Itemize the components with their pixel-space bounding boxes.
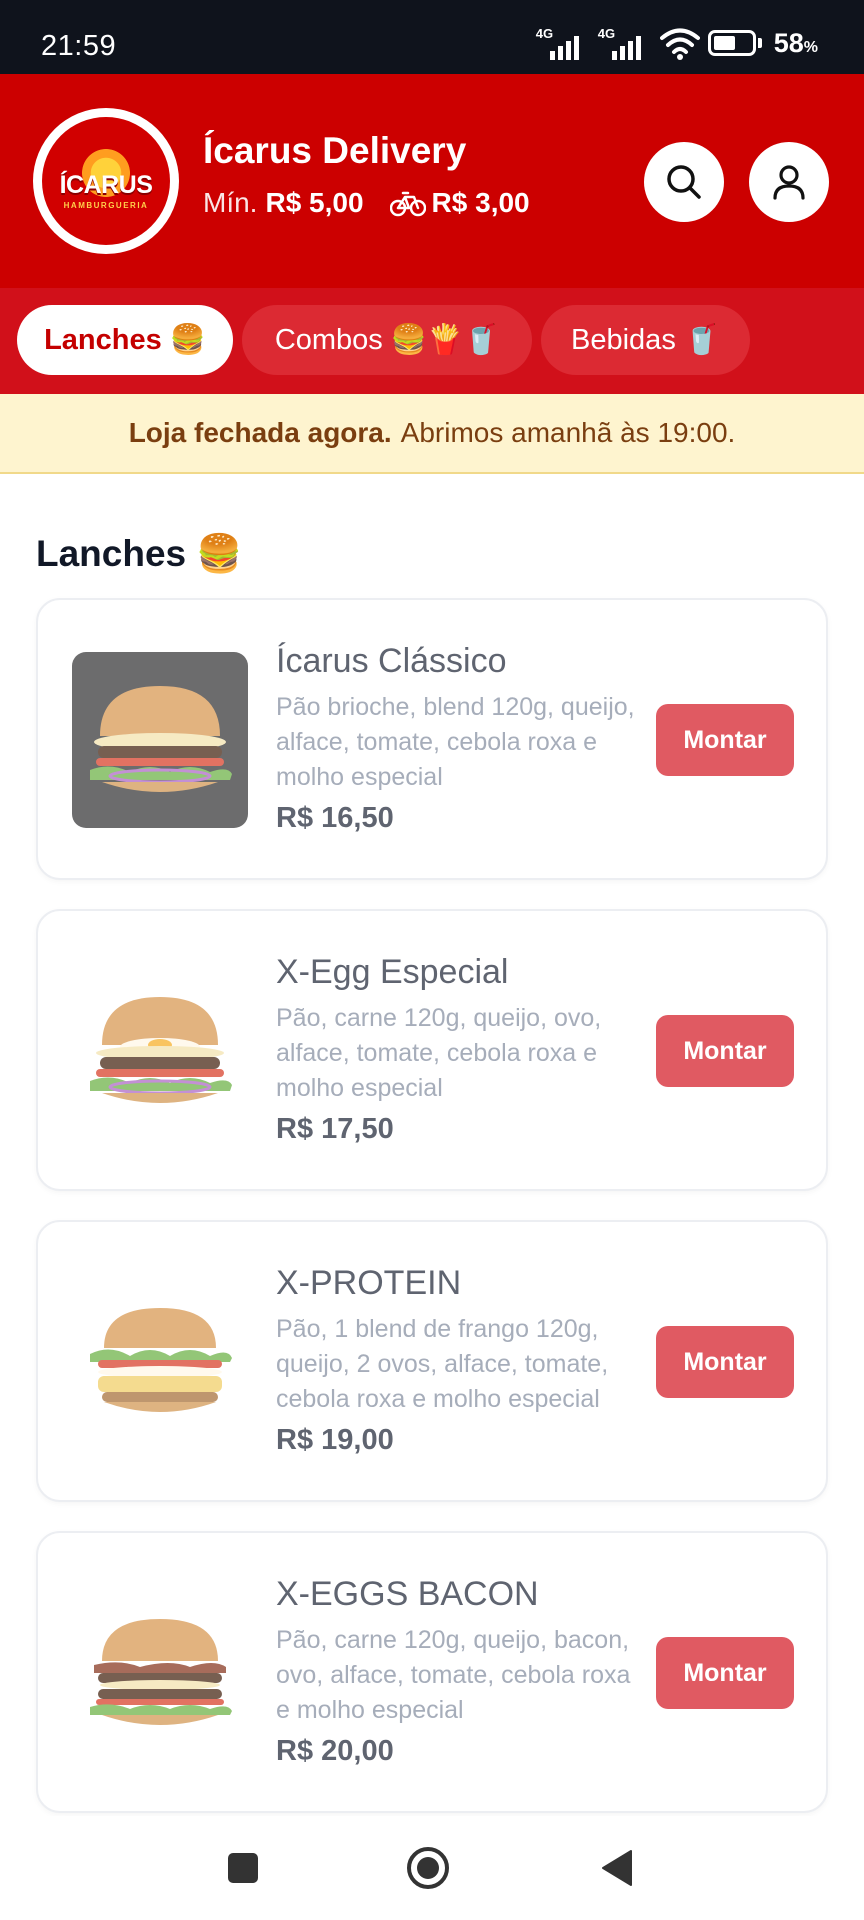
back-icon [602,1850,632,1886]
signal-icon: 4G [598,26,652,60]
logo-text: ÍCARUS [59,171,153,199]
min-order-label: Mín. [203,187,258,218]
recents-button[interactable] [221,1846,265,1890]
battery-icon [707,30,762,56]
product-description: Pão, carne 120g, queijo, bacon, ovo, alf… [276,1626,631,1724]
home-button[interactable] [406,1846,450,1890]
tab-lanches[interactable]: Lanches 🍔 [17,305,233,375]
product-name: X-Egg Especial [276,953,509,991]
signal-icon: 4G [536,26,590,60]
product-card[interactable]: X-Egg Especial Pão, carne 120g, queijo, … [36,909,828,1191]
logo-subtext: HAMBURGUERIA [63,201,149,210]
montar-button[interactable]: Montar [656,704,794,776]
battery-percent: 58% [773,27,818,58]
bicycle-icon [389,191,426,217]
montar-button[interactable]: Montar [656,1326,794,1398]
status-bar: 21:59 4G 4G 58% [0,0,864,74]
product-description: Pão, carne 120g, queijo, ovo, alface, to… [276,1004,602,1102]
product-name: X-PROTEIN [276,1264,462,1302]
system-nav-bar [0,1816,864,1920]
store-logo: ÍCARUS HAMBURGUERIA [33,108,179,254]
tab-combos[interactable]: Combos 🍔🍟🥤 [242,305,532,375]
delivery-fee: R$ 3,00 [431,187,530,218]
product-card[interactable]: Ícarus Clássico Pão brioche, blend 120g,… [36,598,828,880]
screen: 21:59 4G 4G 58% ÍCARUS HAMBURGUERIA Ícar… [0,0,864,1920]
product-card[interactable]: X-PROTEIN Pão, 1 blend de frango 120g, q… [36,1220,828,1502]
min-order-value: R$ 5,00 [265,187,364,218]
status-time: 21:59 [41,30,117,62]
product-price: R$ 19,00 [276,1424,394,1456]
store-meta: Mín. R$ 5,00 R$ 3,00 [203,187,530,219]
product-name: X-EGGS BACON [276,1575,539,1613]
product-description: Pão, 1 blend de frango 120g, queijo, 2 o… [276,1315,609,1413]
banner-message: Abrimos amanhã às 19:00. [400,417,736,448]
store-name: Ícarus Delivery [203,130,467,171]
montar-button[interactable]: Montar [656,1015,794,1087]
montar-button[interactable]: Montar [656,1637,794,1709]
product-card[interactable]: X-EGGS BACON Pão, carne 120g, queijo, ba… [36,1531,828,1813]
product-image [72,1274,248,1450]
category-tabs: Lanches 🍔 Combos 🍔🍟🥤 Bebidas 🥤 [0,288,864,394]
product-price: R$ 17,50 [276,1113,394,1145]
product-description: Pão brioche, blend 120g, queijo, alface,… [276,693,635,791]
product-image [72,963,248,1139]
wifi-icon [659,28,700,60]
product-name: Ícarus Clássico [276,642,507,680]
recents-icon [228,1853,258,1883]
product-image [72,652,248,828]
profile-button[interactable] [749,142,829,222]
product-image [72,1585,248,1761]
search-icon [667,165,701,199]
user-icon [773,165,805,200]
home-icon [407,1847,449,1889]
status-icons: 4G 4G 58% [536,26,818,60]
product-price: R$ 16,50 [276,802,394,834]
product-price: R$ 20,00 [276,1735,394,1767]
tab-bebidas[interactable]: Bebidas 🥤 [541,305,750,375]
store-closed-banner: Loja fechada agora. Abrimos amanhã às 19… [0,394,864,474]
banner-status: Loja fechada agora. [128,417,392,448]
search-button[interactable] [644,142,724,222]
section-title: Lanches 🍔 [36,533,243,574]
store-header: ÍCARUS HAMBURGUERIA Ícarus Delivery Mín.… [0,74,864,288]
back-button[interactable] [594,1846,638,1890]
